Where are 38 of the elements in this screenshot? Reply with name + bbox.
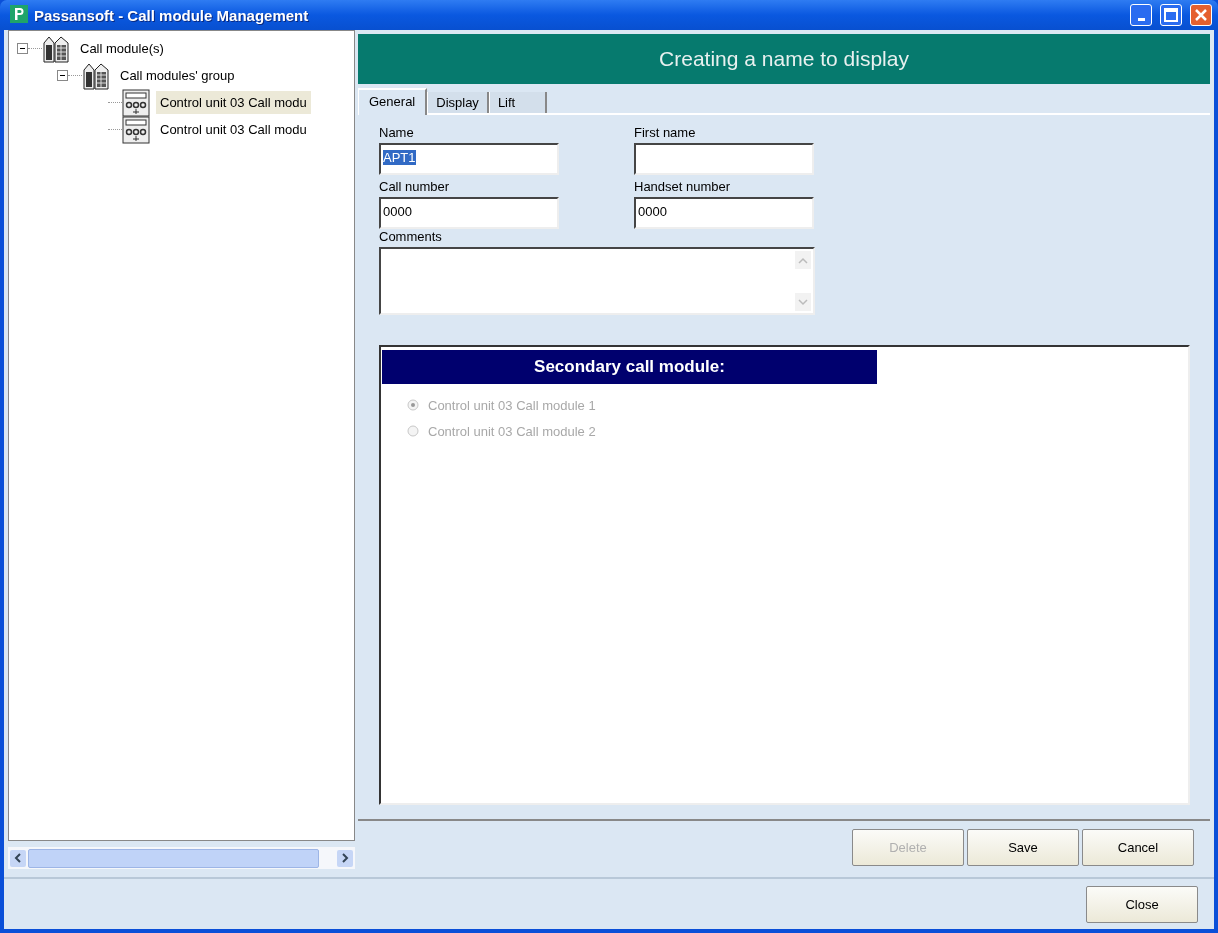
- field-label: Handset number: [634, 179, 732, 194]
- header-title: Creating a name to display: [659, 47, 909, 71]
- scroll-right-icon[interactable]: [337, 849, 353, 867]
- tree-item[interactable]: Control unit 03 Call modu: [156, 91, 311, 114]
- maximize-button[interactable]: [1160, 4, 1182, 26]
- tab[interactable]: General: [358, 88, 428, 115]
- close-icon: [1194, 8, 1208, 22]
- input-field[interactable]: 0000: [379, 197, 559, 229]
- section-title: Secondary call module:: [382, 350, 877, 384]
- app-logo-icon: [10, 4, 28, 26]
- collapse-icon[interactable]: [17, 43, 28, 54]
- tree-item[interactable]: Call modules' group: [116, 64, 239, 87]
- tab[interactable]: Display: [427, 92, 489, 113]
- minimize-icon: [1137, 17, 1145, 21]
- maximize-icon: [1164, 8, 1178, 22]
- building-icon: [42, 34, 70, 63]
- collapse-icon[interactable]: [57, 70, 68, 81]
- intercom-panel-icon: [122, 115, 150, 144]
- field-label: Call number: [379, 179, 451, 194]
- field-label: First name: [634, 125, 697, 140]
- input-field[interactable]: APT1: [379, 143, 559, 175]
- input-field[interactable]: 0000: [634, 197, 814, 229]
- minimize-button[interactable]: [1130, 4, 1152, 26]
- intercom-panel-icon: [122, 88, 150, 117]
- tree-item[interactable]: Control unit 03 Call modu: [156, 118, 311, 141]
- input-field[interactable]: [634, 143, 814, 175]
- scroll-left-icon[interactable]: [10, 849, 26, 867]
- window-title: Passansoft - Call module Management: [34, 6, 309, 24]
- action-button[interactable]: Cancel: [1082, 828, 1194, 866]
- close-dialog-button[interactable]: Close: [1086, 885, 1198, 923]
- field-label: Name: [379, 125, 415, 140]
- tab[interactable]: Lift: [488, 92, 548, 113]
- action-button[interactable]: Save: [967, 828, 1079, 866]
- field-label: Comments: [379, 229, 443, 244]
- building-icon: [82, 61, 110, 90]
- tree-item[interactable]: Call module(s): [76, 37, 168, 60]
- close-button[interactable]: [1190, 4, 1212, 26]
- horizontal-scrollbar[interactable]: [8, 847, 355, 869]
